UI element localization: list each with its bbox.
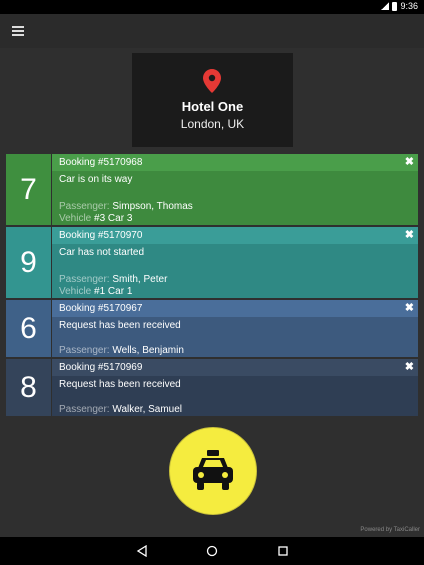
signal-icon — [381, 2, 390, 10]
booking-header: Booking #5170969 ✖ — [52, 359, 418, 376]
menu-icon[interactable] — [12, 26, 24, 36]
clock: 9:36 — [400, 1, 418, 11]
passenger-name: Walker, Samuel — [112, 404, 183, 415]
booking-card[interactable]: 9 Booking #5170970 ✖ Car has not started… — [6, 227, 418, 298]
vehicle-name: #1 Car 1 — [94, 286, 133, 297]
status-bar: 9:36 — [0, 0, 424, 14]
close-icon[interactable]: ✖ — [405, 359, 414, 376]
passenger-row: Passenger: Simpson, Thomas — [59, 201, 193, 212]
booking-status: Request has been received — [59, 379, 181, 390]
battery-icon — [392, 1, 398, 11]
booking-header: Booking #5170970 ✖ — [52, 227, 418, 244]
vehicle-name: #3 Car 3 — [94, 213, 133, 224]
passenger-name: Wells, Benjamin — [112, 345, 184, 356]
taxi-icon — [193, 450, 233, 490]
order-taxi-button[interactable] — [169, 427, 257, 515]
app-bar — [0, 14, 424, 48]
passenger-name: Simpson, Thomas — [112, 201, 193, 212]
booking-number: 9 — [6, 227, 51, 298]
hotel-card: Hotel One London, UK — [132, 53, 293, 147]
vehicle-row: Vehicle #3 Car 3 — [59, 213, 132, 224]
location-pin-icon — [203, 69, 221, 93]
booking-title: Booking #5170970 — [59, 230, 143, 241]
vehicle-row: Vehicle #1 Car 1 — [59, 286, 132, 297]
booking-title: Booking #5170967 — [59, 303, 143, 314]
close-icon[interactable]: ✖ — [405, 300, 414, 317]
passenger-name: Smith, Peter — [112, 274, 168, 285]
booking-number: 8 — [6, 359, 51, 416]
vehicle-label: Vehicle — [59, 213, 92, 224]
hotel-name: Hotel One — [181, 99, 244, 114]
recents-icon[interactable] — [277, 545, 289, 557]
passenger-label: Passenger: — [59, 201, 110, 212]
close-icon[interactable]: ✖ — [405, 227, 414, 244]
booking-status: Request has been received — [59, 320, 181, 331]
passenger-label: Passenger: — [59, 404, 110, 415]
booking-body: Request has been received Passenger: Wel… — [52, 317, 418, 357]
booking-header: Booking #5170968 ✖ — [52, 154, 418, 171]
booking-card[interactable]: 6 Booking #5170967 ✖ Request has been re… — [6, 300, 418, 357]
powered-by: Powered by TaxiCaller — [360, 527, 420, 533]
booking-body: Request has been received Passenger: Wal… — [52, 376, 418, 416]
booking-title: Booking #5170969 — [59, 362, 143, 373]
passenger-label: Passenger: — [59, 345, 110, 356]
booking-status: Car is on its way — [59, 174, 133, 185]
vehicle-label: Vehicle — [59, 286, 92, 297]
back-icon[interactable] — [136, 545, 148, 557]
home-icon[interactable] — [206, 545, 218, 557]
booking-body: Car has not started Passenger: Smith, Pe… — [52, 244, 418, 298]
passenger-row: Passenger: Walker, Samuel — [59, 404, 182, 415]
booking-card[interactable]: 7 Booking #5170968 ✖ Car is on its way P… — [6, 154, 418, 225]
booking-number: 6 — [6, 300, 51, 357]
booking-title: Booking #5170968 — [59, 157, 143, 168]
passenger-row: Passenger: Wells, Benjamin — [59, 345, 184, 356]
passenger-label: Passenger: — [59, 274, 110, 285]
close-icon[interactable]: ✖ — [405, 154, 414, 171]
passenger-row: Passenger: Smith, Peter — [59, 274, 167, 285]
booking-card[interactable]: 8 Booking #5170969 ✖ Request has been re… — [6, 359, 418, 416]
booking-number: 7 — [6, 154, 51, 225]
navigation-bar — [0, 537, 424, 565]
booking-header: Booking #5170967 ✖ — [52, 300, 418, 317]
hotel-city: London, UK — [180, 117, 245, 131]
booking-body: Car is on its way Passenger: Simpson, Th… — [52, 171, 418, 225]
booking-status: Car has not started — [59, 247, 145, 258]
